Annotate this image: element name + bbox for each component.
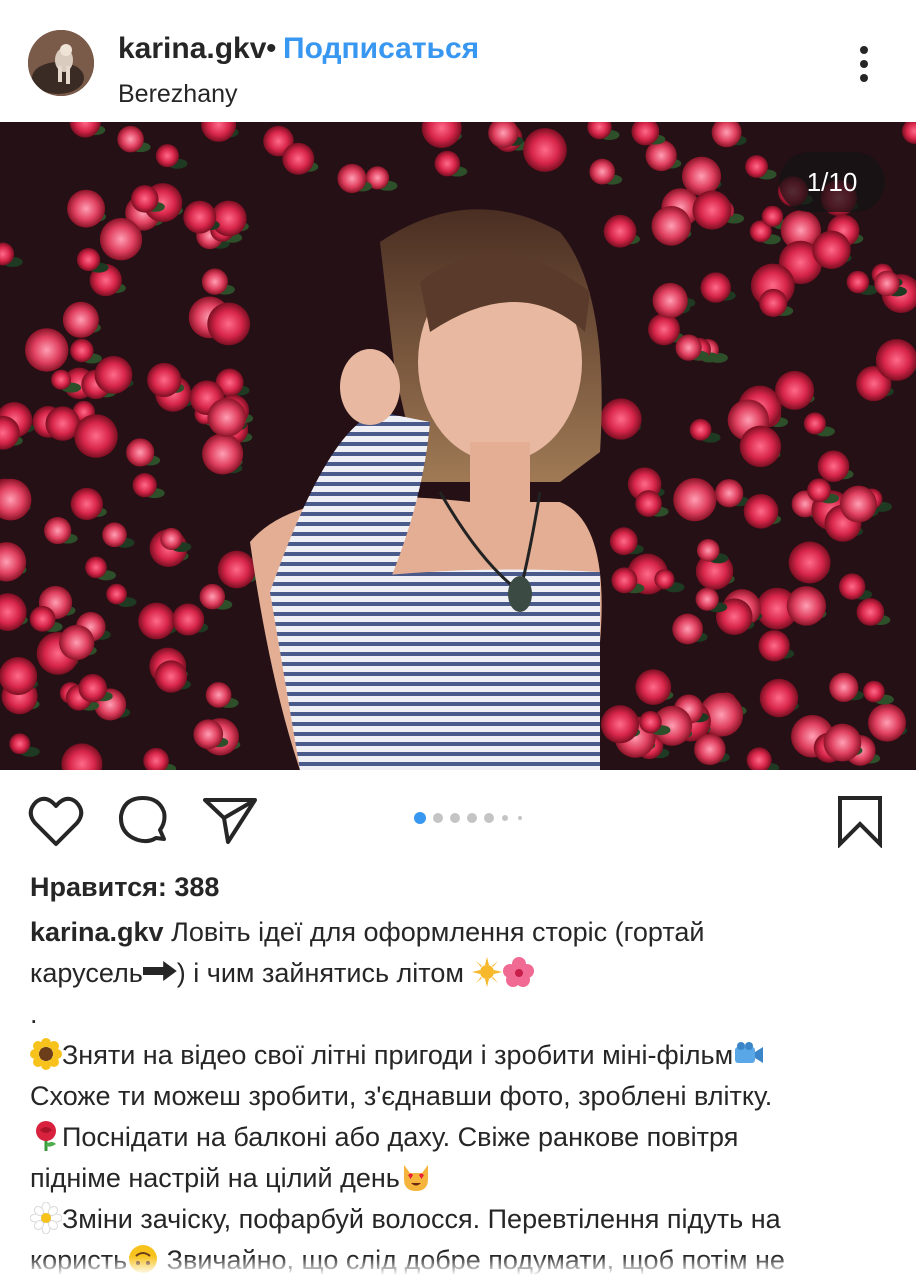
arrow-right-emoji [142, 961, 177, 981]
hibiscus-emoji [503, 957, 535, 987]
blossom-emoji [30, 1202, 62, 1234]
post-photo[interactable]: 1/10 [0, 122, 916, 770]
send-icon[interactable] [202, 796, 258, 846]
follow-button[interactable]: Подписаться [283, 32, 479, 66]
avatar-image [28, 30, 94, 96]
video-camera-emoji [735, 1042, 764, 1063]
bookmark-icon[interactable] [836, 794, 884, 848]
caption-line: . [30, 994, 890, 1035]
caption-text: Схоже ти можеш зробити, з'єднавши фото, … [30, 1081, 773, 1111]
likes-count[interactable]: Нравится: 388 [30, 872, 219, 903]
caption-text: Поснідати на балконі або даху. Свіже ран… [62, 1122, 739, 1152]
caption-text: карусель [30, 958, 143, 988]
rose-emoji [36, 1121, 56, 1151]
caption-text: Зміни зачіску, пофарбуй волосся. Перевті… [62, 1204, 781, 1234]
more-vertical-icon[interactable] [848, 44, 880, 84]
caption-line: Поснідати на балконі або даху. Свіже ран… [30, 1117, 890, 1158]
caption-username[interactable]: karina.gkv [30, 917, 164, 947]
caption-text: Зняти на відео свої літні пригоди і зроб… [62, 1040, 734, 1070]
avatar[interactable] [28, 30, 94, 96]
caption-text: ) і чим зайнятись літом [176, 958, 472, 988]
carousel-dot [450, 813, 460, 823]
carousel-dot [484, 813, 494, 823]
post-header: karina.gkv • Подписаться Berezhany [0, 0, 916, 122]
caption-text: Ловіть ідеї для оформлення сторіс (горта… [171, 917, 705, 947]
caption-line: Зміни зачіску, пофарбуй волосся. Перевті… [30, 1199, 890, 1240]
sun-emoji [472, 957, 503, 987]
caption-line: karina.gkv Ловіть ідеї для оформлення ст… [30, 912, 890, 953]
caption-line: Схоже ти можеш зробити, з'єднавши фото, … [30, 1076, 890, 1117]
carousel-dot [433, 813, 443, 823]
post-location[interactable]: Berezhany [118, 80, 238, 109]
comment-icon[interactable] [116, 794, 170, 848]
caption-text: підніме настрій на цілий день [30, 1163, 400, 1193]
separator-dot: • [266, 32, 277, 65]
sunflower-emoji [30, 1038, 62, 1070]
photo-image [0, 122, 916, 770]
caption-line: підніме настрій на цілий день [30, 1158, 890, 1199]
carousel-dot [467, 813, 477, 823]
heart-icon[interactable] [28, 796, 84, 848]
bottom-fade [0, 1256, 916, 1280]
slide-counter: 1/10 [779, 152, 885, 212]
caption-text: . [30, 999, 38, 1029]
post-username[interactable]: karina.gkv [118, 32, 266, 66]
carousel-dot [518, 816, 522, 820]
heart-eyes-cat-emoji [403, 1165, 428, 1191]
carousel-dot [502, 815, 508, 821]
caption-line: карусель ) і чим зайнятись літом [30, 953, 890, 994]
caption-line: Зняти на відео свої літні пригоди і зроб… [30, 1035, 890, 1076]
post-caption: karina.gkv Ловіть ідеї для оформлення ст… [30, 912, 890, 1280]
carousel-dot-active [414, 812, 426, 824]
